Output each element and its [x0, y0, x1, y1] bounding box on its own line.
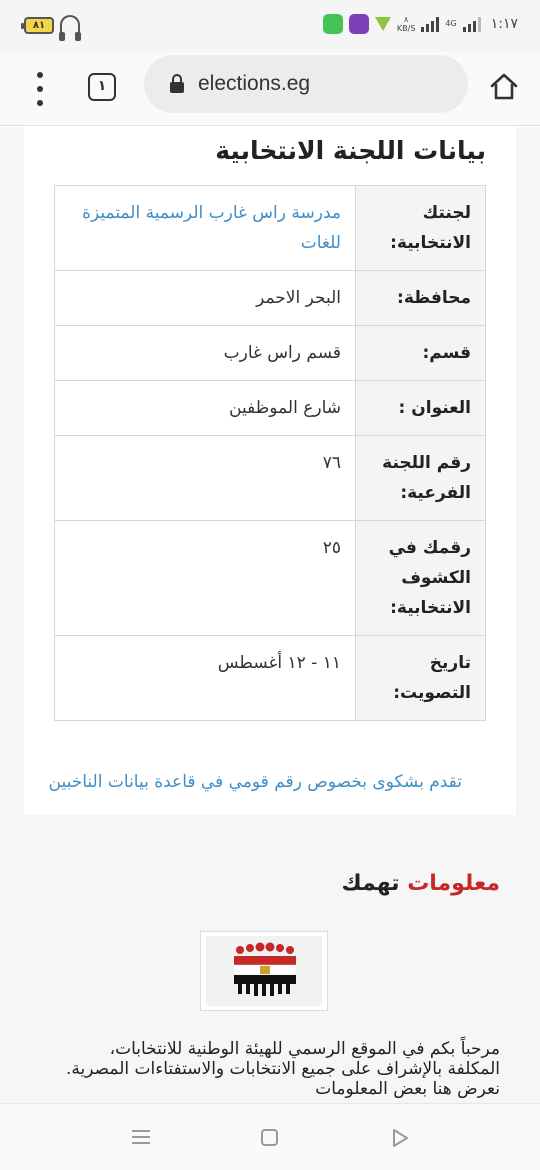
committee-row-label: رقم اللجنة الفرعية: [355, 435, 486, 521]
committee-row-label: قسم: [355, 325, 486, 381]
url-text: elections.eg [198, 72, 311, 95]
committee-row-value: قسم راس غارب [54, 325, 356, 381]
committee-title: بيانات اللجنة الانتخابية [215, 136, 486, 165]
status-right: ٨ KB/S 4G ١:١٧ [322, 14, 518, 34]
page-content: بيانات اللجنة الانتخابية لجنتك الانتخابي… [0, 127, 540, 1103]
welcome-text: مرحباً بكم في الموقع الرسمي للهيئة الوطن… [66, 1039, 500, 1099]
network-speed-value: ٨ [404, 15, 409, 24]
complaint-link[interactable]: تقدم بشكوى بخصوص رقم قومي في قاعدة بيانا… [30, 767, 462, 797]
browser-toolbar: ١ elections.eg [0, 52, 540, 126]
committee-card: بيانات اللجنة الانتخابية لجنتك الانتخابي… [24, 127, 516, 815]
info-title-part2: تهمك [341, 871, 400, 896]
tab-switcher-button[interactable]: ١ [88, 73, 116, 101]
committee-row-value: ٢٥ [54, 520, 356, 636]
signal-icon [421, 16, 440, 32]
committee-row-label: العنوان : [355, 380, 486, 436]
status-bar: ٨١ ٨ KB/S 4G ١:١٧ [0, 0, 540, 52]
elections-logo[interactable] [200, 931, 328, 1011]
status-left: ٨١ [21, 15, 81, 41]
info-section-title: معلومات تهمك [341, 871, 500, 896]
committee-row-value: البحر الاحمر [54, 270, 356, 326]
signal-icon-2 [462, 16, 481, 32]
clock: ١:١٧ [490, 16, 518, 32]
overflow-menu-icon[interactable] [34, 72, 46, 106]
committee-row: رقمك في الكشوف الانتخابية: ٢٥ [54, 520, 486, 636]
committee-row: العنوان : شارع الموظفين [54, 380, 486, 436]
committee-table: لجنتك الانتخابية: مدرسة راس غارب الرسمية … [54, 185, 486, 721]
address-bar[interactable]: elections.eg [144, 55, 468, 113]
whatsapp-icon [322, 14, 343, 34]
mail-icon [348, 14, 369, 34]
info-title-part1: معلومات [407, 871, 500, 896]
committee-row: رقم اللجنة الفرعية: ٧٦ [54, 435, 486, 521]
system-nav-bar [0, 1103, 540, 1170]
committee-row: محافظة: البحر الاحمر [54, 270, 486, 326]
committee-name-link[interactable]: مدرسة راس غارب الرسمية المتميزة للغات [54, 185, 356, 271]
nav-back-icon[interactable] [390, 1128, 410, 1148]
network-type: 4G [445, 19, 457, 28]
committee-row-value: شارع الموظفين [54, 380, 356, 436]
committee-row: لجنتك الانتخابية: مدرسة راس غارب الرسمية … [54, 185, 486, 271]
recent-apps-icon[interactable] [132, 1130, 150, 1144]
committee-row-label: تاريخ التصويت: [355, 635, 486, 721]
committee-row: تاريخ التصويت: ١١ - ١٢ أغسطس [54, 635, 486, 721]
people-flag-logo-icon [206, 936, 322, 1006]
network-speed-unit: KB/S [396, 24, 416, 33]
committee-row-label: لجنتك الانتخابية: [355, 185, 486, 271]
committee-row-label: رقمك في الكشوف الانتخابية: [355, 520, 486, 636]
battery-icon: ٨١ [21, 16, 54, 34]
battery-level: ٨١ [32, 19, 46, 31]
committee-row-value: ١١ - ١٢ أغسطس [54, 635, 356, 721]
network-speed: ٨ KB/S [397, 15, 416, 33]
lock-icon [170, 73, 184, 93]
committee-row: قسم: قسم راس غارب [54, 325, 486, 381]
app-notification-icon [374, 17, 391, 31]
nav-home-icon[interactable] [261, 1129, 278, 1146]
home-icon[interactable] [488, 70, 520, 102]
headset-icon [59, 15, 81, 41]
committee-row-value: ٧٦ [54, 435, 356, 521]
committee-row-label: محافظة: [355, 270, 486, 326]
